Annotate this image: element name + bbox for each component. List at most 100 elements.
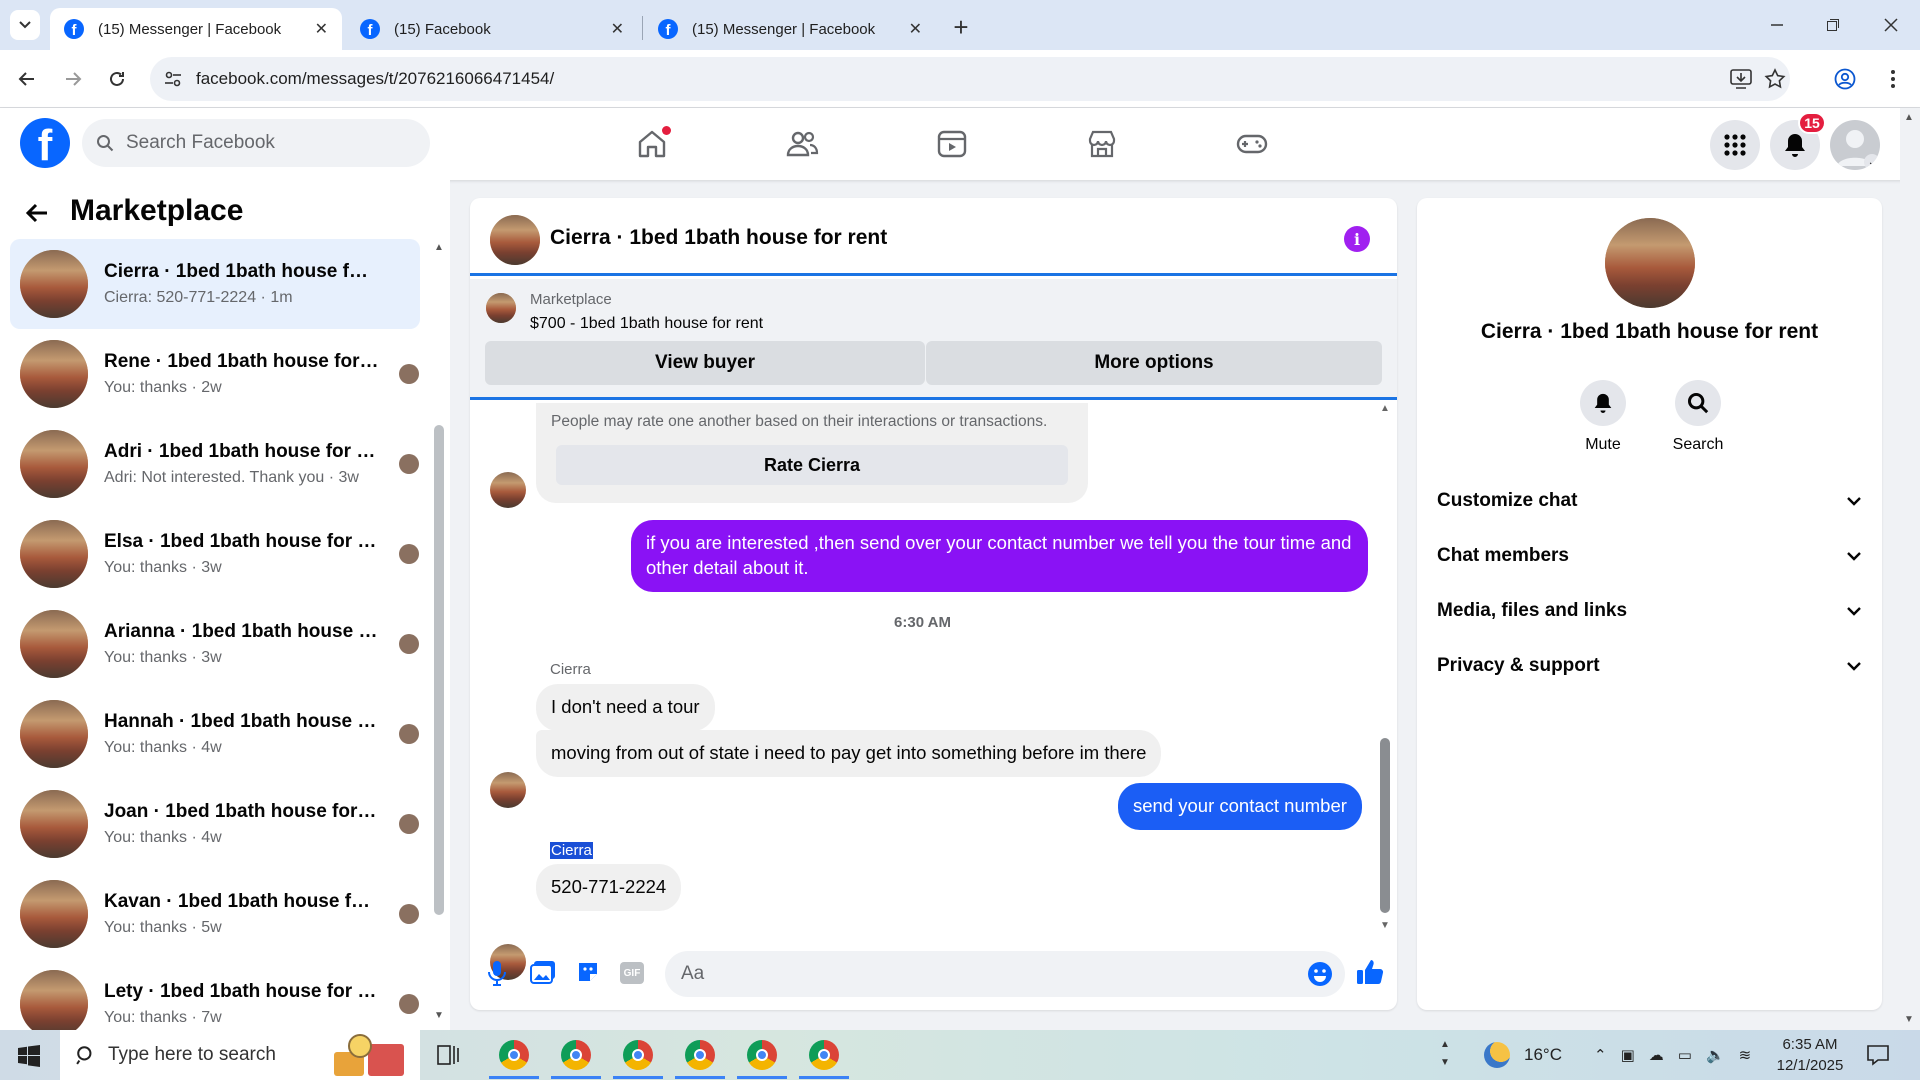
more-options-button[interactable]: More options: [926, 341, 1382, 385]
microphone-icon[interactable]: [486, 960, 508, 986]
menu-button[interactable]: [1710, 120, 1760, 170]
scroll-up-arrow-icon[interactable]: ▲: [1904, 112, 1914, 123]
scroll-down-arrow-icon[interactable]: ▼: [1904, 1014, 1914, 1025]
page-scrollbar[interactable]: ▲ ▼: [1900, 108, 1920, 1030]
nav-marketplace[interactable]: [1082, 124, 1122, 164]
wifi-icon[interactable]: ≋: [1739, 1046, 1752, 1064]
onedrive-cloud-icon[interactable]: ☁: [1649, 1046, 1664, 1064]
weather-widget[interactable]: 16°C: [1484, 1030, 1562, 1080]
account-avatar[interactable]: ⌄: [1830, 120, 1880, 170]
conversation-item[interactable]: Arianna · 1bed 1bath house fo... You: tha…: [10, 599, 420, 689]
taskbar-search-input[interactable]: Type here to search: [60, 1030, 420, 1080]
chrome-taskbar-icon-2[interactable]: [561, 1040, 591, 1070]
forward-button[interactable]: [56, 62, 90, 96]
battery-icon[interactable]: ▭: [1678, 1046, 1692, 1064]
minimize-button[interactable]: [1760, 10, 1794, 40]
volume-icon[interactable]: 🔈: [1706, 1046, 1725, 1064]
chrome-taskbar-icon-5[interactable]: [747, 1040, 777, 1070]
close-tab-icon[interactable]: ✕: [611, 19, 624, 39]
emoji-icon[interactable]: [1307, 961, 1333, 987]
outgoing-message-bubble[interactable]: send your contact number: [1118, 783, 1362, 830]
left-scrollbar[interactable]: [434, 425, 444, 915]
facebook-favicon-icon: f: [64, 19, 84, 39]
profile-button[interactable]: [1828, 62, 1862, 96]
scroll-down-arrow-icon[interactable]: ▼: [1380, 920, 1390, 931]
url-field[interactable]: facebook.com/messages/t/2076216066471454…: [150, 57, 1790, 101]
customize-chat-row[interactable]: Customize chat: [1437, 476, 1862, 526]
reload-button[interactable]: [100, 62, 134, 96]
info-icon[interactable]: i: [1344, 226, 1370, 252]
conversation-item[interactable]: Joan · 1bed 1bath house for rent You: tha…: [10, 779, 420, 869]
notification-center-icon[interactable]: [1866, 1044, 1890, 1070]
nav-friends[interactable]: [782, 124, 822, 164]
nav-gaming[interactable]: [1232, 124, 1272, 164]
scroll-up-arrow-icon[interactable]: ▲: [434, 242, 444, 253]
chat-info-title: Cierra · 1bed 1bath house for rent: [1480, 320, 1819, 343]
sender-avatar[interactable]: [490, 772, 526, 808]
scroll-up-arrow-icon[interactable]: ▲: [1380, 403, 1390, 414]
chrome-taskbar-icon-6[interactable]: [809, 1040, 839, 1070]
conversation-item[interactable]: Rene · 1bed 1bath house for r... You: tha…: [10, 329, 420, 419]
site-settings-icon[interactable]: [164, 70, 182, 88]
photo-icon[interactable]: [530, 960, 556, 984]
clock[interactable]: 6:35 AM 12/1/2025: [1760, 1034, 1860, 1076]
chrome-taskbar-icon-3[interactable]: [623, 1040, 653, 1070]
chevron-down-icon: [19, 21, 31, 29]
incoming-message-bubble[interactable]: moving from out of state i need to pay g…: [536, 730, 1162, 777]
close-tab-icon[interactable]: ✕: [315, 19, 328, 39]
chat-members-row[interactable]: Chat members: [1437, 531, 1862, 581]
mute-button[interactable]: Mute: [1578, 380, 1628, 454]
privacy-support-row[interactable]: Privacy & support: [1437, 641, 1862, 691]
chat-avatar[interactable]: [490, 215, 540, 265]
listing-title[interactable]: $700 - 1bed 1bath house for rent: [530, 315, 763, 333]
browser-menu-button[interactable]: [1876, 62, 1910, 96]
close-window-button[interactable]: [1874, 10, 1908, 40]
back-button[interactable]: [24, 200, 50, 230]
nav-video[interactable]: [932, 124, 972, 164]
facebook-logo[interactable]: f: [20, 118, 70, 168]
sender-avatar[interactable]: [490, 472, 526, 508]
bookmark-star-icon[interactable]: [1764, 68, 1786, 90]
address-bar-row: facebook.com/messages/t/2076216066471454…: [0, 50, 1920, 108]
meet-now-icon[interactable]: ▣: [1621, 1046, 1635, 1064]
chrome-taskbar-icon-1[interactable]: [499, 1040, 529, 1070]
view-buyer-button[interactable]: View buyer: [485, 341, 925, 385]
taskbar-scroll-icon[interactable]: ▲ ▼: [1440, 1036, 1450, 1072]
outgoing-message-bubble[interactable]: if you are interested ,then send over yo…: [631, 520, 1368, 592]
conversation-item[interactable]: Elsa · 1bed 1bath house for rent You: tha…: [10, 509, 420, 599]
conversation-item[interactable]: Cierra · 1bed 1bath house for rent Cierra…: [10, 239, 420, 329]
scroll-down-arrow-icon[interactable]: ▼: [434, 1010, 444, 1021]
chat-scrollbar[interactable]: [1380, 738, 1390, 913]
tab-search-button[interactable]: [10, 10, 40, 40]
chat-title[interactable]: Cierra · 1bed 1bath house for rent: [550, 226, 887, 250]
thumbs-up-icon[interactable]: [1356, 958, 1384, 986]
media-files-links-row[interactable]: Media, files and links: [1437, 586, 1862, 636]
search-in-conversation-button[interactable]: Search: [1663, 380, 1733, 454]
incoming-message-bubble[interactable]: I don't need a tour: [536, 684, 715, 731]
close-tab-icon[interactable]: ✕: [909, 19, 922, 39]
tab-facebook[interactable]: f (15) Facebook ✕: [346, 8, 638, 50]
nav-home[interactable]: [632, 124, 672, 164]
new-tab-button[interactable]: +: [944, 10, 978, 44]
notifications-button[interactable]: 15: [1770, 112, 1826, 170]
chrome-taskbar-icon-4[interactable]: [685, 1040, 715, 1070]
message-input[interactable]: Aa: [665, 951, 1345, 997]
chevron-up-icon[interactable]: ⌃: [1594, 1046, 1607, 1064]
windows-start-icon[interactable]: [18, 1045, 40, 1071]
conversation-item[interactable]: Hannah · 1bed 1bath house fo... You: than…: [10, 689, 420, 779]
tab-messenger-1[interactable]: f (15) Messenger | Facebook ✕: [50, 8, 342, 50]
chat-profile-avatar[interactable]: [1605, 218, 1695, 308]
back-button[interactable]: [10, 62, 44, 96]
restore-button[interactable]: [1816, 10, 1850, 40]
conversation-snippet: Cierra: 520-771-2224 · 1m: [104, 289, 293, 306]
task-view-icon[interactable]: [436, 1044, 460, 1070]
facebook-search-input[interactable]: Search Facebook: [82, 119, 430, 167]
conversation-item[interactable]: Adri · 1bed 1bath house for rent Adri: No…: [10, 419, 420, 509]
incoming-message-bubble[interactable]: 520-771-2224: [536, 864, 682, 911]
install-app-icon[interactable]: [1730, 69, 1752, 89]
tab-messenger-2[interactable]: f (15) Messenger | Facebook ✕: [644, 8, 936, 50]
gif-icon[interactable]: GIF: [620, 962, 644, 984]
sticker-icon[interactable]: [576, 960, 600, 984]
conversation-item[interactable]: Kavan · 1bed 1bath house for r... You: th…: [10, 869, 420, 959]
rate-cierra-button[interactable]: Rate Cierra: [556, 445, 1068, 485]
